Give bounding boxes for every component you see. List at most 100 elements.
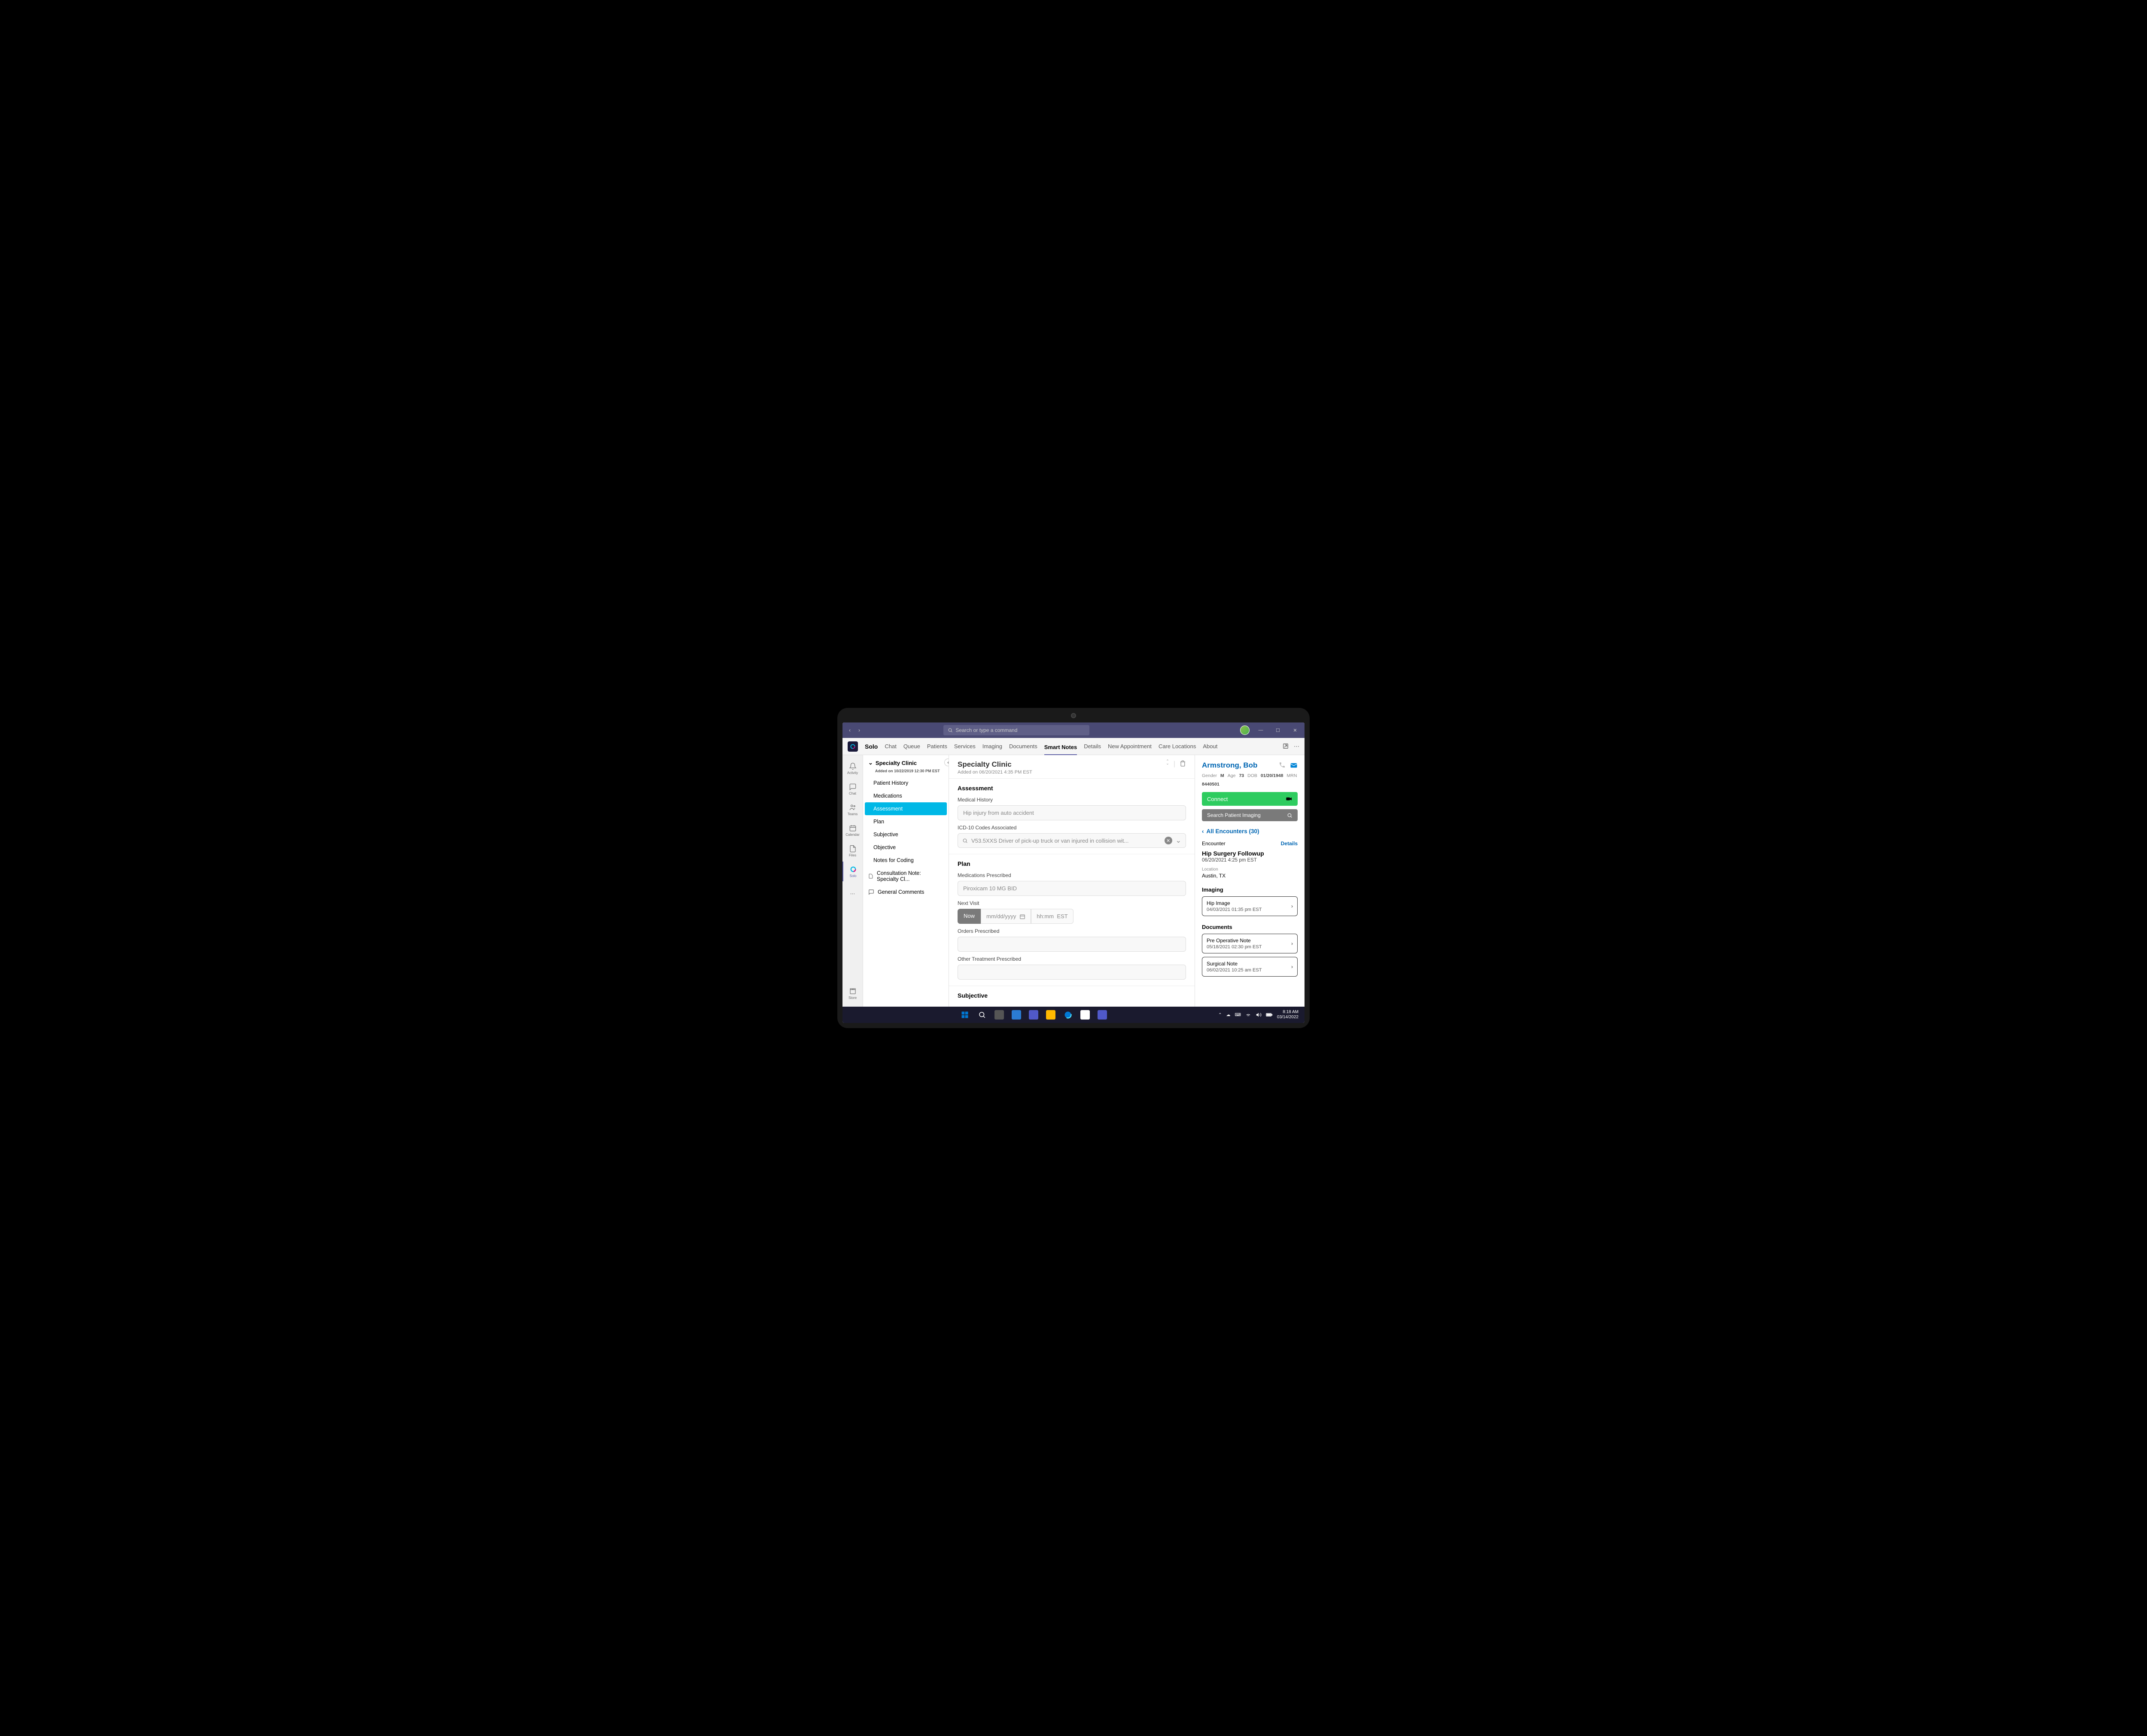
sidebar-item-patient-history[interactable]: Patient History xyxy=(863,777,949,789)
all-encounters-link[interactable]: ‹ All Encounters (30) xyxy=(1202,828,1298,835)
visit-date-input[interactable]: mm/dd/yyyy xyxy=(981,909,1031,924)
document-card-preop[interactable]: Pre Operative Note 05/18/2021 02:30 pm E… xyxy=(1202,934,1298,953)
battery-icon[interactable] xyxy=(1266,1012,1273,1017)
tab-about[interactable]: About xyxy=(1203,741,1217,751)
rail-teams[interactable]: Teams xyxy=(842,800,863,819)
nav-back-icon[interactable]: ‹ xyxy=(846,726,854,734)
collapse-icon[interactable]: ⌃⌄ xyxy=(1166,760,1169,768)
tab-services[interactable]: Services xyxy=(954,741,976,751)
user-avatar[interactable] xyxy=(1240,725,1250,735)
encounter-details-link[interactable]: Details xyxy=(1281,841,1298,847)
visit-time-input[interactable]: hh:mm EST xyxy=(1031,909,1073,924)
tab-care-locations[interactable]: Care Locations xyxy=(1159,741,1196,751)
other-treatment-input[interactable] xyxy=(958,965,1186,980)
medical-history-input[interactable]: Hip injury from auto accident xyxy=(958,805,1186,820)
system-clock[interactable]: 8:18 AM 03/14/2022 xyxy=(1277,1010,1299,1020)
subjective-section: Subjective xyxy=(949,986,1195,1007)
sidebar-item-medications[interactable]: Medications xyxy=(863,789,949,802)
start-button[interactable] xyxy=(960,1010,970,1020)
sidebar-item-notes-coding[interactable]: Notes for Coding xyxy=(863,854,949,867)
calendar-icon xyxy=(849,824,857,832)
solo-icon xyxy=(849,865,857,873)
file-explorer-icon[interactable] xyxy=(1046,1010,1055,1020)
taskbar-search-icon[interactable] xyxy=(977,1010,987,1020)
connect-button[interactable]: Connect xyxy=(1202,792,1298,806)
search-icon xyxy=(1287,813,1292,818)
onedrive-icon[interactable]: ☁ xyxy=(1226,1013,1230,1017)
search-placeholder: Search or type a command xyxy=(955,727,1017,733)
assessment-heading: Assessment xyxy=(958,785,1186,792)
tray-chevron-icon[interactable]: ⌃ xyxy=(1218,1013,1222,1017)
chevron-left-icon: ‹ xyxy=(1202,828,1204,835)
assessment-section: Assessment Medical History Hip injury fr… xyxy=(949,779,1195,854)
search-icon xyxy=(948,728,953,733)
delete-icon[interactable] xyxy=(1180,760,1186,768)
maximize-button[interactable]: ☐ xyxy=(1272,724,1284,736)
tab-imaging[interactable]: Imaging xyxy=(982,741,1002,751)
document-card-surgical[interactable]: Surgical Note 06/02/2021 10:25 am EST › xyxy=(1202,957,1298,977)
command-search[interactable]: Search or type a command xyxy=(943,725,1089,735)
task-view-icon[interactable] xyxy=(994,1010,1004,1020)
screen: ‹ › Search or type a command — ☐ ✕ Solo … xyxy=(842,722,1305,1023)
imaging-card[interactable]: Hip Image 04/03/2021 01:35 pm EST › xyxy=(1202,896,1298,916)
popout-icon[interactable] xyxy=(1283,743,1289,750)
sidebar-item-objective[interactable]: Objective xyxy=(863,841,949,854)
taskbar-app-2[interactable] xyxy=(1029,1010,1038,1020)
email-icon[interactable] xyxy=(1290,762,1298,769)
wifi-icon[interactable] xyxy=(1245,1012,1251,1018)
sidebar-item-subjective[interactable]: Subjective xyxy=(863,828,949,841)
minimize-button[interactable]: — xyxy=(1255,724,1267,736)
volume-icon[interactable] xyxy=(1256,1012,1262,1018)
tab-details[interactable]: Details xyxy=(1084,741,1101,751)
taskbar-app-1[interactable] xyxy=(1012,1010,1021,1020)
icd-input[interactable]: V53.5XXS Driver of pick-up truck or van … xyxy=(958,833,1186,848)
orders-input[interactable] xyxy=(958,937,1186,952)
tab-patients[interactable]: Patients xyxy=(927,741,947,751)
teams-taskbar-icon[interactable] xyxy=(1098,1010,1107,1020)
rail-calendar[interactable]: Calendar xyxy=(842,820,863,840)
keyboard-icon[interactable]: ⌨ xyxy=(1235,1013,1241,1017)
rail-files[interactable]: Files xyxy=(842,841,863,861)
plan-heading: Plan xyxy=(958,860,1186,867)
more-icon[interactable]: ⋯ xyxy=(1294,743,1299,750)
orders-label: Orders Prescribed xyxy=(958,928,1186,934)
chevron-down-icon[interactable]: ⌄ xyxy=(1176,836,1181,845)
tab-queue[interactable]: Queue xyxy=(903,741,920,751)
sidebar-consultation-note[interactable]: Consultation Note: Specialty Cl... xyxy=(863,867,949,886)
sidebar-item-plan[interactable]: Plan xyxy=(863,815,949,828)
rail-solo[interactable]: Solo xyxy=(842,862,863,881)
form-header: Specialty Clinic Added on 06/20/2021 4:3… xyxy=(949,755,1195,779)
sidebar-general-comments[interactable]: General Comments xyxy=(863,886,949,898)
search-imaging-input[interactable]: Search Patient Imaging xyxy=(1202,809,1298,821)
medical-history-label: Medical History xyxy=(958,797,1186,803)
form-column: Specialty Clinic Added on 06/20/2021 4:3… xyxy=(949,755,1195,1007)
form-title: Specialty Clinic xyxy=(958,760,1032,769)
nav-forward-icon[interactable]: › xyxy=(855,726,863,734)
sidebar-item-assessment[interactable]: Assessment xyxy=(865,802,947,815)
patient-name: Armstrong, Bob xyxy=(1202,761,1257,770)
close-button[interactable]: ✕ xyxy=(1289,724,1301,736)
rail-store[interactable]: Store xyxy=(842,983,863,1003)
comment-icon xyxy=(868,889,874,895)
edge-icon[interactable] xyxy=(1063,1010,1073,1020)
sidebar-header[interactable]: ⌄ Specialty Clinic xyxy=(863,755,949,769)
meds-prescribed-input[interactable]: Piroxicam 10 MG BID xyxy=(958,881,1186,896)
tab-new-appointment[interactable]: New Appointment xyxy=(1108,741,1152,751)
clear-icd-icon[interactable]: ✕ xyxy=(1165,837,1172,844)
store-icon[interactable] xyxy=(1080,1010,1090,1020)
calendar-icon xyxy=(1019,914,1025,920)
visit-now-button[interactable]: Now xyxy=(958,909,981,924)
tab-smart-notes[interactable]: Smart Notes xyxy=(1044,742,1077,755)
rail-activity[interactable]: Activity xyxy=(842,759,863,778)
chevron-down-icon: ⌄ xyxy=(868,759,873,766)
rail-chat[interactable]: Chat xyxy=(842,779,863,799)
collapse-sidebar-button[interactable]: ‹ xyxy=(944,759,949,766)
tablet-camera xyxy=(1071,713,1076,718)
meds-prescribed-label: Medications Prescribed xyxy=(958,872,1186,878)
rail-more[interactable]: ... xyxy=(842,882,863,902)
teams-titlebar: ‹ › Search or type a command — ☐ ✕ xyxy=(842,722,1305,738)
phone-icon[interactable] xyxy=(1279,762,1286,769)
tab-chat[interactable]: Chat xyxy=(885,741,896,751)
chat-icon xyxy=(849,783,857,791)
tab-documents[interactable]: Documents xyxy=(1009,741,1037,751)
